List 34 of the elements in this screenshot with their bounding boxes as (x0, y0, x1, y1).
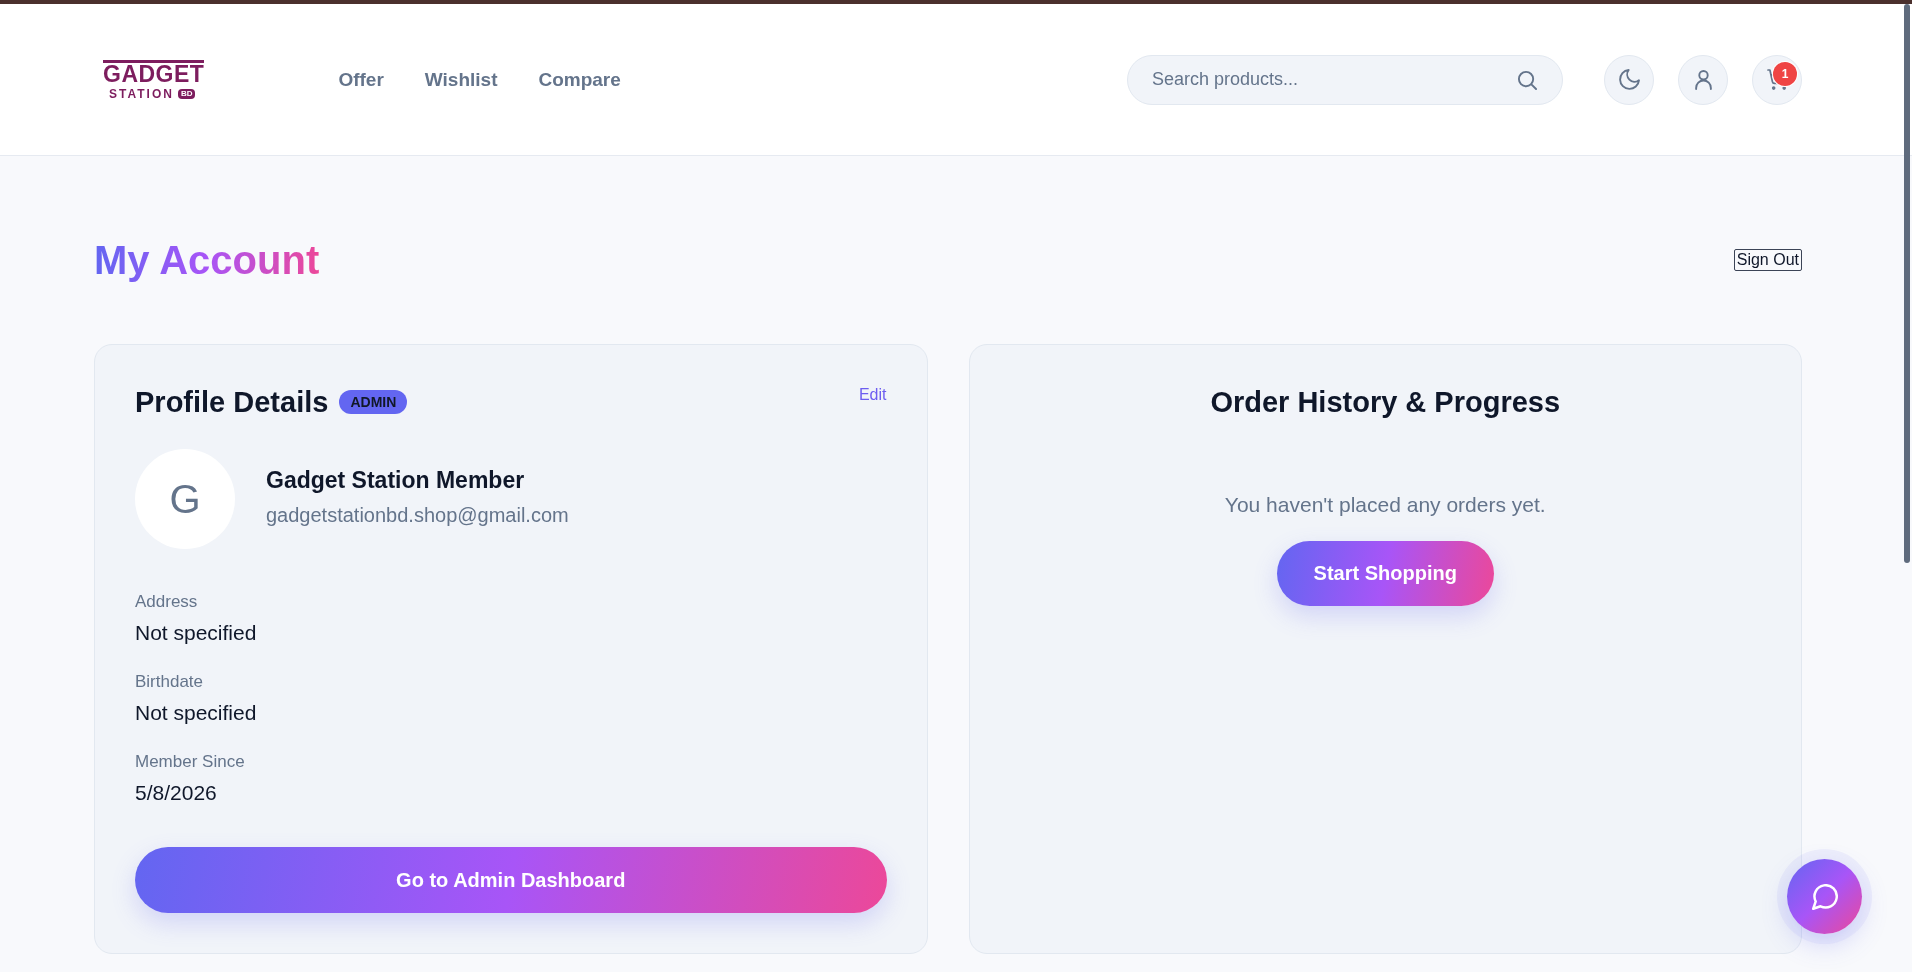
avatar: G (135, 449, 235, 549)
nav-link[interactable]: Compare (538, 68, 621, 91)
start-shopping-button[interactable]: Start Shopping (1276, 541, 1494, 606)
admin-dashboard-button[interactable]: Go to Admin Dashboard (135, 847, 887, 913)
search-icon (1517, 69, 1537, 90)
nav-link[interactable]: Wishlist (424, 68, 498, 91)
field-label: Member Since (135, 752, 245, 772)
chat-button[interactable] (1787, 859, 1862, 934)
edit-link[interactable]: Edit (858, 385, 887, 404)
field-value: 5/8/2026 (135, 780, 217, 805)
field-label: Address (135, 592, 198, 612)
logo-wordmark: GADGET (103, 59, 205, 84)
theme-toggle-button[interactable] (1604, 54, 1654, 105)
logo-badge: BD (177, 88, 196, 99)
card-title: Profile Details (135, 385, 329, 419)
member-name: Gadget Station Member (266, 465, 525, 494)
field-value: Not specified (135, 620, 257, 645)
account-button[interactable] (1678, 54, 1728, 105)
field-value: Not specified (135, 700, 257, 725)
user-icon (1694, 69, 1712, 90)
logo-tagline: STATION (109, 87, 174, 100)
moon-icon (1618, 69, 1640, 90)
nav-link[interactable]: Offer (338, 68, 384, 91)
empty-orders-message: You haven't placed any orders yet. (1224, 492, 1546, 517)
cart-count-badge: 1 (1773, 61, 1797, 86)
card-title: Order History & Progress (1210, 385, 1561, 419)
sign-out-button[interactable]: Sign Out (1733, 249, 1802, 271)
member-email: gadgetstationbd.shop@gmail.com (266, 502, 569, 527)
role-badge: ADMIN (339, 390, 408, 414)
field-label: Birthdate (135, 672, 204, 692)
scrollbar-thumb[interactable] (1904, 4, 1910, 563)
cart-button[interactable]: 1 (1752, 54, 1802, 105)
chat-bubble-icon (1811, 883, 1838, 910)
search-field[interactable]: Search products... (1127, 54, 1563, 105)
